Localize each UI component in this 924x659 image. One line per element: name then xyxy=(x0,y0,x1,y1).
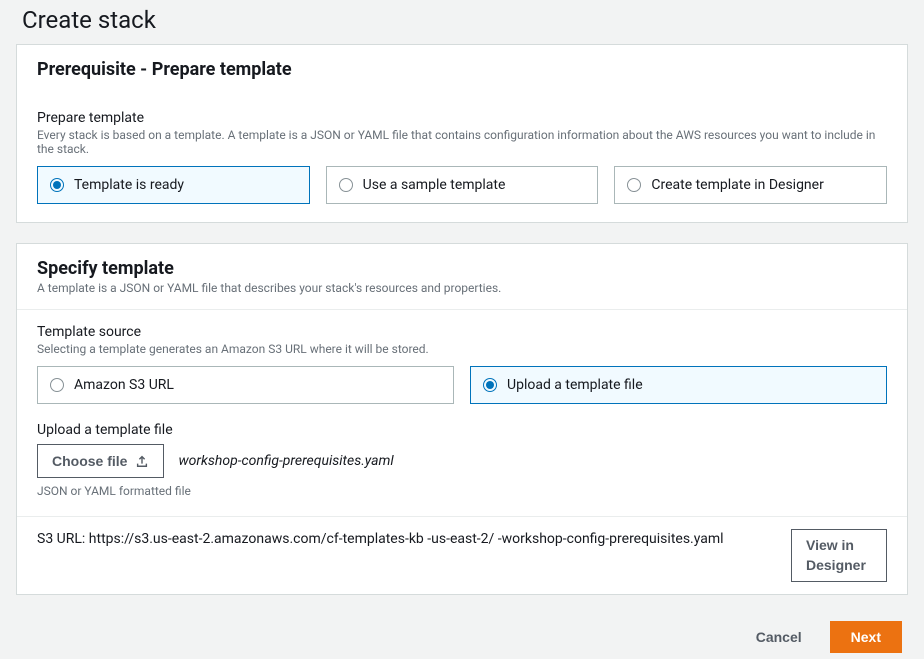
radio-s3-url[interactable]: Amazon S3 URL xyxy=(37,366,454,404)
template-source-desc: Selecting a template generates an Amazon… xyxy=(37,342,887,356)
template-source-label: Template source xyxy=(37,324,887,340)
radio-label: Upload a template file xyxy=(507,377,643,393)
radio-icon xyxy=(627,178,641,192)
prerequisite-panel: Prerequisite - Prepare template Prepare … xyxy=(16,44,908,223)
radio-icon xyxy=(483,378,497,392)
radio-use-sample[interactable]: Use a sample template xyxy=(326,166,599,204)
radio-upload-file[interactable]: Upload a template file xyxy=(470,366,887,404)
s3-url-label: S3 URL: xyxy=(37,531,85,547)
cancel-button[interactable]: Cancel xyxy=(744,621,814,653)
s3-url-display: S3 URL: https://s3.us-east-2.amazonaws.c… xyxy=(37,529,775,550)
next-button[interactable]: Next xyxy=(830,621,902,653)
radio-label: Use a sample template xyxy=(363,177,506,193)
upload-file-label: Upload a template file xyxy=(37,422,887,438)
footer-actions: Cancel Next xyxy=(16,615,908,659)
page-title: Create stack xyxy=(16,0,908,44)
radio-label: Create template in Designer xyxy=(651,177,824,193)
prepare-template-label: Prepare template xyxy=(37,110,887,126)
radio-create-designer[interactable]: Create template in Designer xyxy=(614,166,887,204)
radio-icon xyxy=(339,178,353,192)
choose-file-button[interactable]: Choose file xyxy=(37,444,164,478)
upload-icon xyxy=(135,454,149,468)
radio-label: Amazon S3 URL xyxy=(74,377,174,393)
specify-subtitle: A template is a JSON or YAML file that d… xyxy=(37,281,887,295)
choose-file-label: Choose file xyxy=(52,453,127,469)
selected-filename: workshop-config-prerequisites.yaml xyxy=(178,453,393,469)
prepare-template-desc: Every stack is based on a template. A te… xyxy=(37,128,887,156)
radio-icon xyxy=(50,378,64,392)
radio-template-ready[interactable]: Template is ready xyxy=(37,166,310,204)
view-in-designer-button[interactable]: View in Designer xyxy=(791,529,887,582)
radio-icon xyxy=(50,178,64,192)
prerequisite-title: Prerequisite - Prepare template xyxy=(37,59,887,80)
specify-title: Specify template xyxy=(37,258,887,279)
upload-helper-text: JSON or YAML formatted file xyxy=(37,484,887,498)
radio-label: Template is ready xyxy=(74,177,184,193)
specify-template-panel: Specify template A template is a JSON or… xyxy=(16,243,908,595)
s3-url-value: https://s3.us-east-2.amazonaws.com/cf-te… xyxy=(89,531,724,547)
